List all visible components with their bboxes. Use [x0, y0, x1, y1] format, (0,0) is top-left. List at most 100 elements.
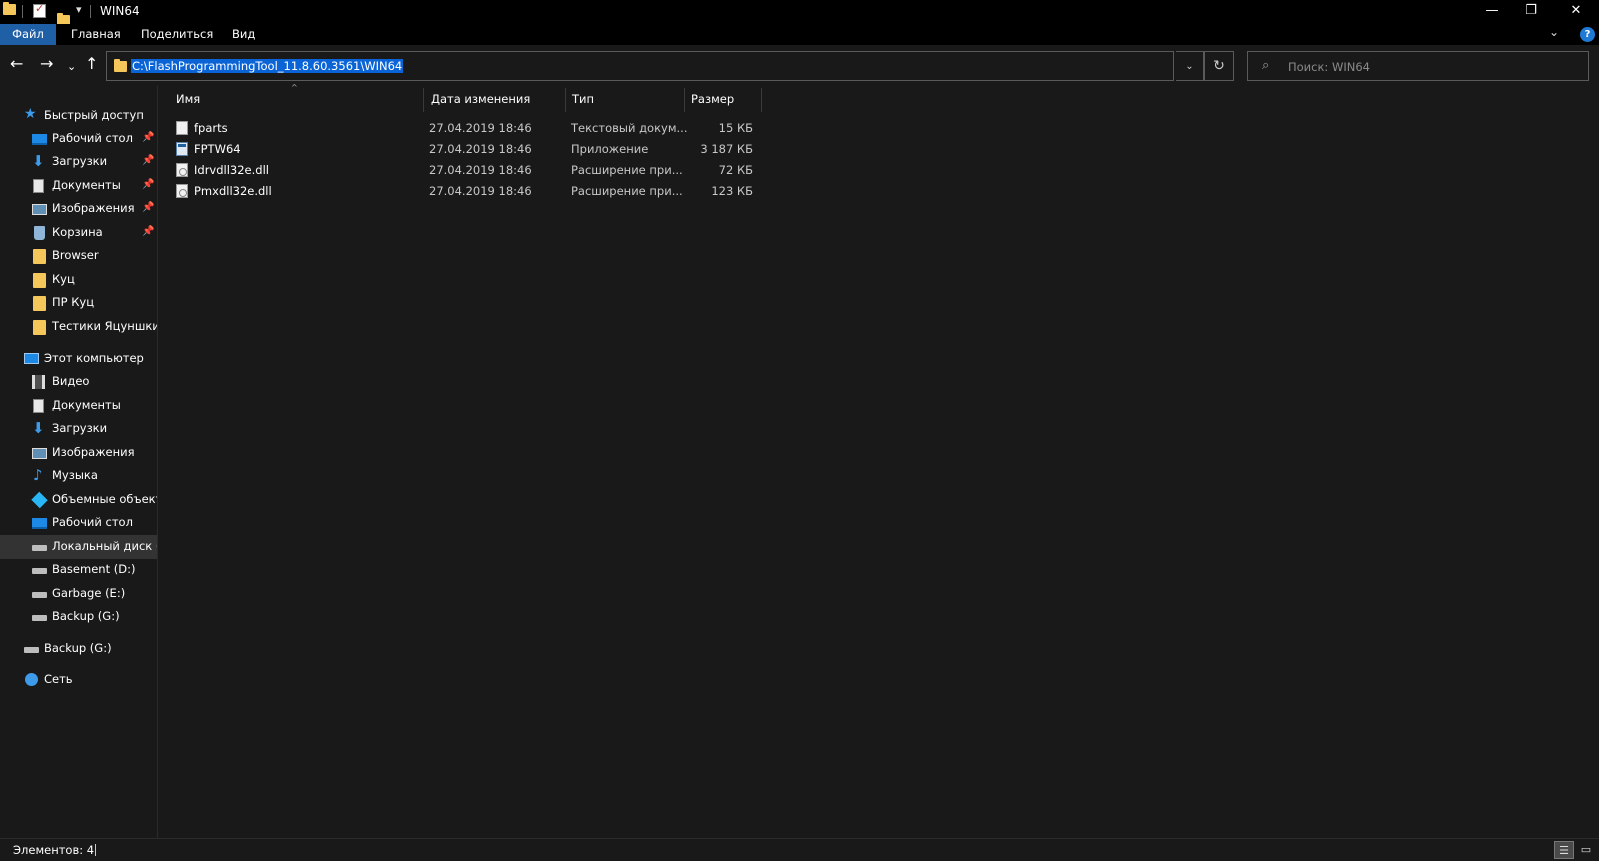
column-header-date[interactable]: Дата изменения	[425, 86, 565, 112]
sidebar-item-drive-g[interactable]: Backup (G:)	[0, 605, 157, 629]
quick-access-dropdown-icon[interactable]: ▾	[76, 3, 82, 16]
search-box[interactable]: ⌕	[1247, 51, 1589, 81]
column-header-label: Дата изменения	[431, 92, 531, 106]
download-icon: ⬇	[32, 419, 45, 437]
sidebar-item-this-pc[interactable]: Этот компьютер	[0, 347, 157, 371]
search-input[interactable]	[1288, 59, 1578, 75]
forward-button[interactable]: →	[40, 56, 53, 72]
sidebar-item-label: Видео	[52, 374, 90, 388]
sidebar-item-quick-access[interactable]: ★ Быстрый доступ	[0, 104, 157, 128]
documents-icon	[33, 179, 44, 193]
column-separator[interactable]	[423, 88, 424, 112]
sidebar-item-video[interactable]: Видео	[0, 370, 157, 394]
file-size: 72 КБ	[718, 163, 753, 177]
address-bar[interactable]: C:\FlashProgrammingTool_11.8.60.3561\WIN…	[106, 51, 1174, 81]
star-icon: ★	[24, 106, 37, 122]
drive-c-icon	[32, 545, 47, 551]
restore-button[interactable]: ❐	[1508, 0, 1554, 24]
sidebar-item-label: Загрузки	[52, 421, 108, 435]
file-name: fparts	[194, 121, 228, 135]
drive-icon	[32, 592, 47, 598]
pin-icon[interactable]: 📌	[142, 202, 154, 213]
file-name: Pmxdll32e.dll	[194, 184, 272, 198]
file-row[interactable]: Idrvdll32e.dll 27.04.2019 18:46 Расширен…	[170, 160, 765, 181]
column-header-label: Тип	[572, 92, 595, 106]
column-separator[interactable]	[761, 88, 762, 112]
file-row[interactable]: Pmxdll32e.dll 27.04.2019 18:46 Расширени…	[170, 181, 765, 202]
address-dropdown-button[interactable]: ⌄	[1176, 51, 1204, 81]
search-icon: ⌕	[1262, 58, 1270, 73]
help-icon[interactable]: ?	[1580, 27, 1595, 42]
close-button[interactable]: ✕	[1553, 0, 1599, 24]
pin-icon[interactable]: 📌	[142, 155, 154, 166]
file-list: Имя ^ Дата изменения Тип Размер fparts 2…	[158, 83, 1599, 838]
tab-file[interactable]: Файл	[0, 24, 56, 45]
video-icon	[32, 375, 45, 389]
folder-icon	[33, 320, 46, 335]
drive-icon	[32, 615, 47, 621]
sidebar-item-downloads-pc[interactable]: ⬇ Загрузки	[0, 417, 157, 441]
tab-view[interactable]: Вид	[218, 24, 269, 45]
sidebar-item-pr-kuts[interactable]: ПР Куц	[0, 291, 157, 315]
tab-home[interactable]: Главная	[57, 24, 135, 45]
sidebar-item-label: Изображения	[52, 201, 135, 215]
file-row[interactable]: FPTW64 27.04.2019 18:46 Приложение 3 187…	[170, 139, 765, 160]
file-date: 27.04.2019 18:46	[429, 184, 532, 198]
column-header-type[interactable]: Тип	[566, 86, 684, 112]
sidebar-item-browser[interactable]: Browser	[0, 244, 157, 268]
sidebar-item-label: Backup (G:)	[44, 641, 112, 655]
computer-icon	[24, 353, 39, 364]
file-date: 27.04.2019 18:46	[429, 121, 532, 135]
sidebar-item-downloads[interactable]: ⬇ Загрузки 📌	[0, 150, 157, 174]
sidebar-item-testiki[interactable]: Тестики Яцуншки	[0, 315, 157, 339]
sidebar-item-drive-e[interactable]: Garbage (E:)	[0, 582, 157, 606]
sidebar-item-drive-d[interactable]: Basement (D:)	[0, 558, 157, 582]
sort-ascending-icon: ^	[291, 83, 298, 92]
pin-icon[interactable]: 📌	[142, 179, 154, 190]
sidebar-item-network[interactable]: Сеть	[0, 668, 157, 692]
recycle-bin-icon	[34, 226, 45, 240]
sidebar-item-music[interactable]: ♪ Музыка	[0, 464, 157, 488]
details-view-icon[interactable]: ☰	[1554, 841, 1574, 859]
chevron-down-icon[interactable]: ⌄	[1549, 25, 1559, 39]
navigation-pane: ★ Быстрый доступ Рабочий стол 📌 ⬇ Загруз…	[0, 86, 157, 838]
separator	[90, 5, 91, 18]
sidebar-item-label: Изображения	[52, 445, 135, 459]
sidebar-item-pictures-pc[interactable]: Изображения	[0, 441, 157, 465]
large-icons-view-icon[interactable]: ▭	[1576, 841, 1596, 859]
window-title: WIN64	[100, 4, 140, 18]
folder-icon	[114, 59, 127, 72]
file-size: 3 187 КБ	[700, 142, 753, 156]
recent-locations-button[interactable]: ⌄	[67, 59, 76, 75]
tab-share[interactable]: Поделиться	[127, 24, 227, 45]
sidebar-item-label: Локальный диск (C:)	[52, 539, 157, 553]
sidebar-item-3d-objects[interactable]: Объемные объекты	[0, 488, 157, 512]
dll-file-icon	[176, 163, 188, 177]
file-type: Расширение при...	[571, 163, 683, 177]
back-button[interactable]: ←	[10, 56, 23, 72]
sidebar-item-drive-c[interactable]: Локальный диск (C:)	[0, 535, 157, 559]
pin-icon[interactable]: 📌	[142, 226, 154, 237]
file-size: 123 КБ	[711, 184, 753, 198]
sidebar-item-pictures[interactable]: Изображения 📌	[0, 197, 157, 221]
column-header-size[interactable]: Размер	[685, 86, 761, 112]
status-bar: Элементов: 4 ☰ ▭	[0, 838, 1599, 861]
file-date: 27.04.2019 18:46	[429, 163, 532, 177]
refresh-button[interactable]: ↻	[1204, 51, 1234, 81]
file-row[interactable]: fparts 27.04.2019 18:46 Текстовый докум.…	[170, 118, 765, 139]
sidebar-item-label: Этот компьютер	[44, 351, 144, 365]
sidebar-item-recycle-bin[interactable]: Корзина 📌	[0, 221, 157, 245]
pictures-icon	[32, 448, 47, 459]
properties-icon[interactable]	[33, 2, 46, 18]
sidebar-item-label: Backup (G:)	[52, 609, 120, 623]
sidebar-item-documents-pc[interactable]: Документы	[0, 394, 157, 418]
up-button[interactable]: ↑	[85, 56, 98, 72]
address-path[interactable]: C:\FlashProgrammingTool_11.8.60.3561\WIN…	[131, 59, 404, 73]
sidebar-item-documents[interactable]: Документы 📌	[0, 174, 157, 198]
sidebar-item-desktop[interactable]: Рабочий стол 📌	[0, 127, 157, 151]
sidebar-item-kuts[interactable]: Куц	[0, 268, 157, 292]
pin-icon[interactable]: 📌	[142, 132, 154, 143]
sidebar-item-desktop-pc[interactable]: Рабочий стол	[0, 511, 157, 535]
sidebar-item-backup[interactable]: Backup (G:)	[0, 637, 157, 661]
file-type: Текстовый докум...	[571, 121, 688, 135]
